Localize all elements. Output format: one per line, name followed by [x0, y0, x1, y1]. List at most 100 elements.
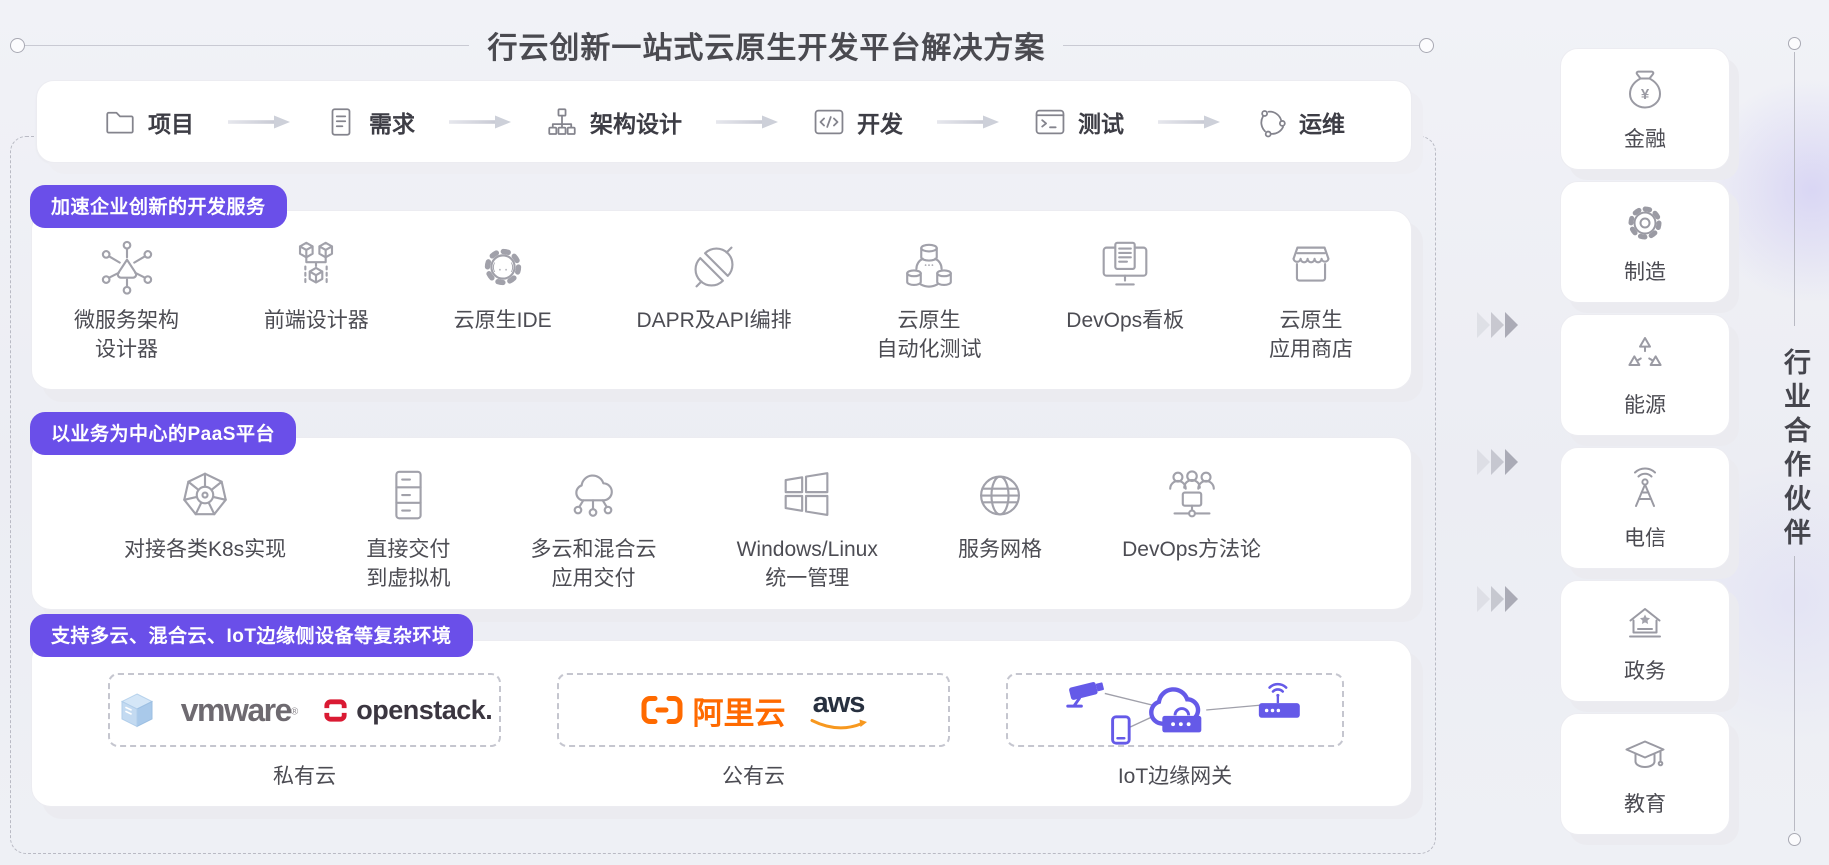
workflow-step-project: 项目 [103, 105, 194, 139]
iot-devices-icon [1025, 671, 1325, 749]
workflow-step-operations: 运维 [1254, 105, 1345, 139]
service-item-label: 前端设计器 [264, 307, 369, 336]
workflow-step-label: 开发 [857, 105, 903, 139]
paas-item-label: Windows/Linux 统一管理 [737, 536, 878, 594]
flow-arrow-icon [714, 114, 780, 130]
api-orchestration-plug-icon [683, 236, 745, 298]
openstack-logo: openstack. [322, 695, 492, 726]
alibaba-cloud-logo: 阿里云 [640, 688, 786, 733]
rail-bottom-line [1794, 556, 1795, 831]
rail-top-ring-icon [1788, 37, 1801, 50]
service-item: DevOps看板 [1066, 236, 1184, 336]
team-methodology-icon [1161, 465, 1223, 527]
aws-logo: aws [810, 689, 868, 732]
workflow-step-label: 需求 [369, 105, 415, 139]
paas-item-label: 直接交付 到虚拟机 [366, 536, 450, 594]
windows-logo-icon [776, 465, 838, 527]
paas-item: DevOps方法论 [1122, 465, 1261, 565]
industry-partner-column: ¥ 金融 制造 能源 电信 政务 教育 [1560, 48, 1730, 835]
header-left-line [25, 45, 469, 46]
svg-text:(..): (..) [490, 262, 514, 273]
service-item-label: 云原生 自动化测试 [876, 307, 981, 365]
environment-public-cloud: 阿里云 aws 公有云 [557, 673, 950, 790]
graduation-cap-icon [1621, 731, 1669, 779]
service-item: 前端设计器 [264, 236, 369, 336]
industry-partners-rail-label: 行业合作伙伴 [1776, 348, 1815, 552]
industry-label: 金融 [1624, 123, 1666, 153]
section-badge-paas: 以业务为中心的PaaS平台 [30, 412, 296, 455]
paas-item-label: 对接各类K8s实现 [124, 536, 286, 565]
paas-item: 直接交付 到虚拟机 [366, 465, 450, 594]
blue-server-cube-icon [117, 691, 157, 730]
environment-private-cloud: vmware® openstack. 私有云 [108, 673, 501, 790]
service-item: (..) 云原生IDE [454, 236, 552, 336]
private-cloud-box: vmware® openstack. [108, 673, 501, 747]
environment-iot-gateway: IoT边缘网关 [1006, 673, 1344, 790]
industry-card-education: 教育 [1560, 713, 1730, 835]
paas-item: 多云和混合云 应用交付 [530, 465, 656, 594]
iot-gateway-box [1006, 673, 1344, 747]
flow-arrow-icon [447, 114, 513, 130]
section-badge-environments: 支持多云、混合云、IoT边缘侧设备等复杂环境 [30, 614, 473, 657]
industry-card-telecom: 电信 [1560, 447, 1730, 569]
code-window-icon [812, 105, 846, 139]
database-testing-icon [898, 236, 960, 298]
header: 行云创新一站式云原生开发平台解决方案 [10, 27, 1434, 63]
aws-smile-icon [810, 718, 868, 732]
service-item-label: 云原生IDE [454, 307, 552, 336]
service-item: 云原生 自动化测试 [876, 236, 981, 365]
gear-icon [1621, 199, 1669, 247]
devops-board-icon [1094, 236, 1156, 298]
section-badge-dev-services: 加速企业创新的开发服务 [30, 185, 287, 228]
industry-label: 电信 [1624, 522, 1666, 552]
workflow-step-label: 运维 [1299, 105, 1345, 139]
vmware-logo: vmware® [181, 692, 299, 729]
ops-cycle-icon [1254, 105, 1288, 139]
recycle-icon [1621, 332, 1669, 380]
frontend-designer-icon [285, 236, 347, 298]
environment-label: IoT边缘网关 [1118, 760, 1232, 790]
service-item-label: 云原生 应用商店 [1269, 307, 1353, 365]
document-icon [324, 105, 358, 139]
industry-label: 能源 [1624, 389, 1666, 419]
double-chevron-icon [1477, 449, 1525, 475]
environment-label: 公有云 [722, 760, 785, 790]
industry-card-manufacturing: 制造 [1560, 181, 1730, 303]
workflow-step-requirements: 需求 [324, 105, 415, 139]
workflow-step-development: 开发 [812, 105, 903, 139]
money-bag-icon: ¥ [1621, 66, 1669, 114]
server-rack-icon [377, 465, 439, 527]
flow-arrow-icon [1156, 114, 1222, 130]
page-title: 行云创新一站式云原生开发平台解决方案 [487, 23, 1045, 67]
industry-card-energy: 能源 [1560, 314, 1730, 436]
service-item-label: DevOps看板 [1066, 307, 1184, 336]
header-right-ring-icon [1419, 38, 1434, 53]
industry-label: 政务 [1624, 655, 1666, 685]
paas-item: Windows/Linux 统一管理 [737, 465, 878, 594]
microservice-architecture-icon [96, 236, 158, 298]
service-item: 云原生 应用商店 [1269, 236, 1353, 365]
rail-top-line [1794, 52, 1795, 326]
service-item: 微服务架构 设计器 [74, 236, 179, 365]
cloud-ide-gear-icon: (..) [472, 236, 534, 298]
environment-label: 私有云 [273, 760, 336, 790]
service-item-label: DAPR及API编排 [636, 307, 791, 336]
sitemap-icon [545, 105, 579, 139]
industry-card-finance: ¥ 金融 [1560, 48, 1730, 170]
solution-diagram: 行云创新一站式云原生开发平台解决方案 项目 需求 架构设计 开发 测试 [0, 0, 1829, 865]
section-card-paas: 对接各类K8s实现 直接交付 到虚拟机 多云和混合云 应用交付 Windows/… [31, 437, 1412, 610]
public-cloud-box: 阿里云 aws [557, 673, 950, 747]
paas-item-label: 多云和混合云 应用交付 [530, 536, 656, 594]
flow-arrow-icon [226, 114, 292, 130]
service-item: DAPR及API编排 [636, 236, 791, 336]
cloud-delivery-icon [562, 465, 624, 527]
paas-item: 服务网格 [958, 465, 1042, 565]
workflow-step-architecture: 架构设计 [545, 105, 682, 139]
folder-icon [103, 105, 137, 139]
double-chevron-icon [1477, 586, 1525, 612]
section-card-environments: vmware® openstack. 私有云 阿里云 aws [31, 640, 1412, 807]
openstack-mark-icon [322, 697, 349, 724]
workflow-step-label: 架构设计 [590, 105, 682, 139]
service-item-label: 微服务架构 设计器 [74, 307, 179, 365]
industry-label: 制造 [1624, 256, 1666, 286]
